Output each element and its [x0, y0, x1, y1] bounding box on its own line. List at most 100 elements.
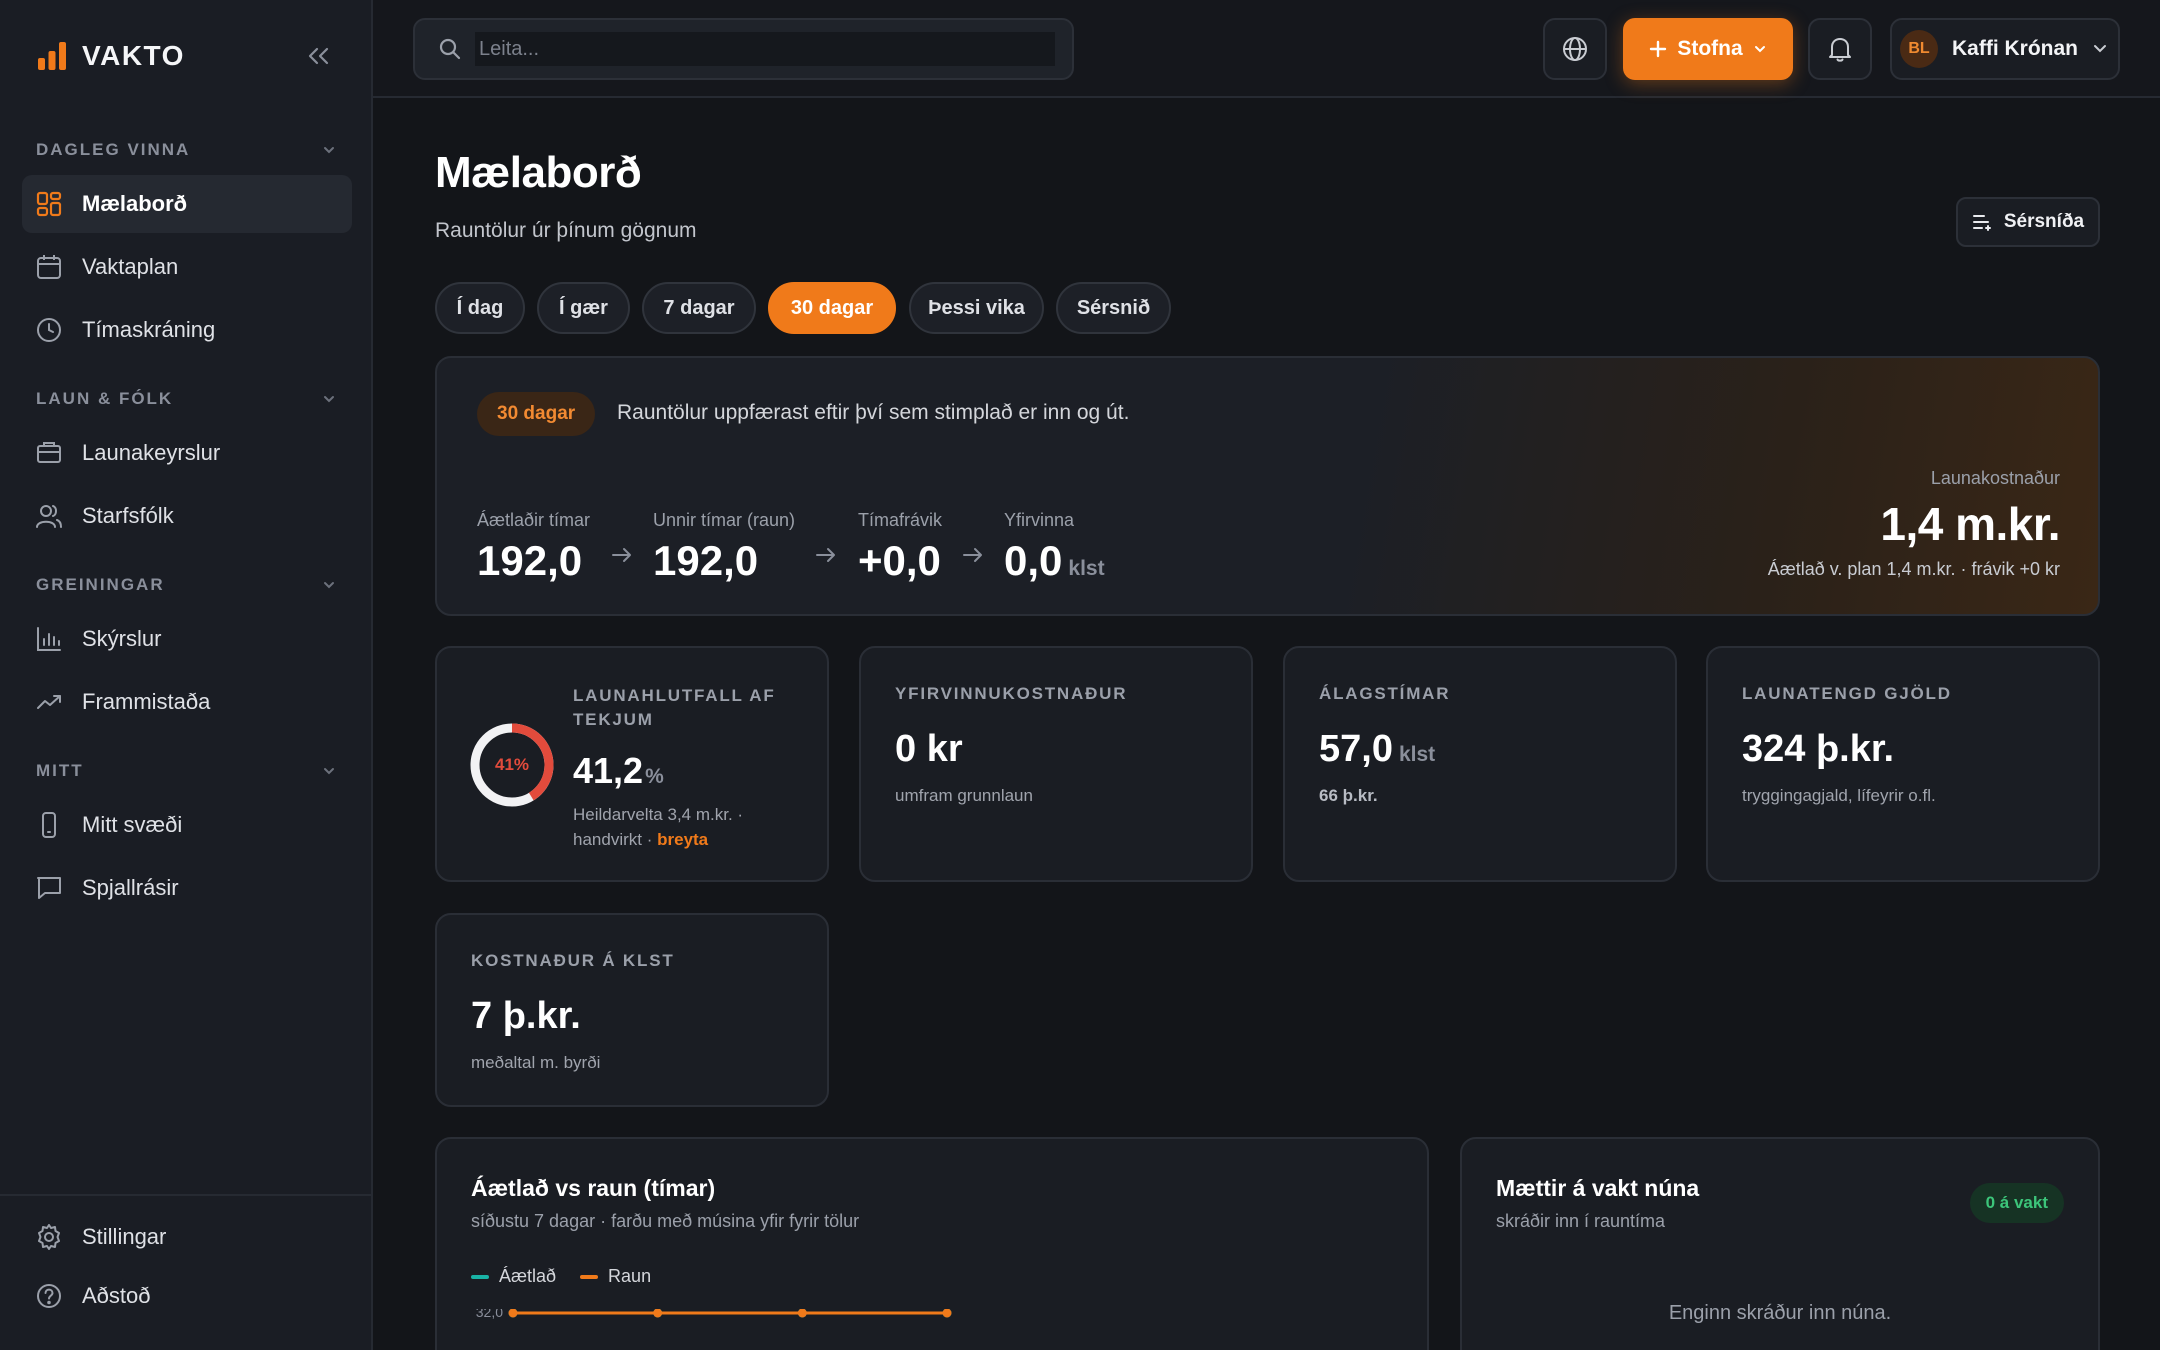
section-dagleg-vinna[interactable]: DAGLEG VINNA — [36, 138, 336, 162]
legend-item-planned[interactable]: Áætlað — [471, 1266, 556, 1287]
sidebar-item-settings[interactable]: Stillingar — [22, 1208, 352, 1266]
help-icon — [36, 1283, 62, 1309]
page-subtitle: Rauntölur úr þínum gögnum — [435, 219, 697, 242]
data-point[interactable] — [797, 1309, 807, 1318]
sidebar-item-help[interactable]: Aðstoð — [22, 1267, 352, 1325]
filter-chip-yesterday[interactable]: Í gær — [537, 282, 630, 334]
card-cost-per-hour: KOSTNAÐUR Á KLST 7 þ.kr. meðaltal m. byr… — [435, 913, 829, 1107]
panel-subtitle: skráðir inn í rauntíma — [1496, 1211, 1666, 1231]
section-laun-folk[interactable]: LAUN & FÓLK — [36, 387, 336, 411]
card-sub: tryggingagjald, lífeyrir o.fl. — [1742, 786, 1936, 805]
card-label: LAUNAHLUTFALL AF TEKJUM — [573, 684, 776, 732]
metric-number: 192,0 — [477, 537, 583, 584]
brand-name: VAKTO — [82, 40, 185, 71]
section-label: GREININGAR — [36, 575, 165, 594]
y-tick-label: 32,0 — [476, 1309, 503, 1320]
filter-chip-7-days[interactable]: 7 dagar — [642, 282, 756, 334]
section-label: DAGLEG VINNA — [36, 140, 191, 159]
card-label-line: LAUNAHLUTFALL AF — [573, 686, 776, 705]
card-surcharge-hours: ÁLAGSTÍMAR 57,0 klst 66 þ.kr. — [1283, 646, 1677, 882]
customize-label: Sérsníða — [2003, 211, 2085, 232]
customize-button[interactable]: Sérsníða — [1956, 197, 2100, 247]
metric-value: 192,0 — [653, 537, 795, 585]
on-shift-panel: Mættir á vakt núna skráðir inn í rauntím… — [1460, 1137, 2100, 1350]
filter-chip-today[interactable]: Í dag — [435, 282, 525, 334]
section-label: MITT — [36, 761, 84, 780]
collapse-sidebar-button[interactable] — [300, 38, 336, 74]
card-label: KOSTNAÐUR Á KLST — [471, 951, 675, 970]
section-greiningar[interactable]: GREININGAR — [36, 573, 336, 597]
sidebar-item-dashboard[interactable]: Mælaborð — [22, 175, 352, 233]
language-button[interactable] — [1543, 18, 1607, 80]
notifications-button[interactable] — [1808, 18, 1872, 80]
sidebar-item-staff[interactable]: Starfsfólk — [22, 487, 352, 545]
plus-icon — [1649, 40, 1667, 58]
sidebar-item-label: Tímaskráning — [82, 317, 216, 342]
data-point[interactable] — [508, 1309, 518, 1318]
chart-legend: Áætlað Raun — [471, 1266, 651, 1287]
metric-number: 192,0 — [653, 537, 759, 584]
sidebar-item-label: Mitt svæði — [82, 812, 183, 837]
create-button[interactable]: Stofna — [1623, 18, 1793, 80]
sidebar-item-schedule[interactable]: Vaktaplan — [22, 238, 352, 296]
filter-chip-30-days[interactable]: 30 dagar — [768, 282, 896, 334]
calendar-icon — [36, 254, 62, 280]
card-payroll-charges: LAUNATENGD GJÖLD 324 þ.kr. tryggingagjal… — [1706, 646, 2100, 882]
chat-icon — [36, 875, 62, 901]
sidebar-item-performance[interactable]: Frammistaða — [22, 673, 352, 731]
sidebar-item-timeclock[interactable]: Tímaskráning — [22, 301, 352, 359]
users-icon — [36, 503, 62, 529]
section-label: LAUN & FÓLK — [36, 389, 174, 408]
card-sub-line: Heildarvelta 3,4 m.kr. · — [573, 805, 744, 824]
line-chart[interactable]: 32,0 — [437, 1309, 1427, 1349]
user-menu-button[interactable]: BL Kaffi Krónan — [1890, 18, 2120, 80]
create-button-label: Stofna — [1677, 37, 1743, 60]
sidebar-item-label: Mælaborð — [82, 191, 188, 216]
sidebar-item-reports[interactable]: Skýrslur — [22, 610, 352, 668]
chevrons-left-icon — [305, 45, 331, 67]
sidebar-item-payroll[interactable]: Launakeyrslur — [22, 424, 352, 482]
card-number: 41,2 — [573, 750, 644, 791]
sidebar-item-chat[interactable]: Spjallrásir — [22, 859, 352, 917]
logo-bars-icon — [36, 40, 68, 72]
edit-revenue-link[interactable]: breyta — [657, 830, 708, 849]
search-input[interactable] — [475, 32, 1055, 66]
bell-icon — [1828, 36, 1852, 62]
card-sub: umfram grunnlaun — [895, 786, 1033, 805]
metric-label: Yfirvinna — [1004, 510, 1075, 530]
card-labor-ratio: 41% LAUNAHLUTFALL AF TEKJUM 41,2% Heildar… — [435, 646, 829, 882]
panel-title: Áætlað vs raun (tímar) — [471, 1175, 716, 1201]
legend-item-actual[interactable]: Raun — [580, 1266, 651, 1287]
card-sub: meðaltal m. byrði — [471, 1053, 601, 1072]
data-point[interactable] — [653, 1309, 663, 1318]
sidebar-item-my-area[interactable]: Mitt svæði — [22, 796, 352, 854]
chevron-down-icon — [322, 766, 336, 776]
card-sub: 66 þ.kr. — [1319, 786, 1378, 805]
card-label: ÁLAGSTÍMAR — [1319, 684, 1451, 703]
period-badge: 30 dagar — [477, 392, 596, 436]
page-title: Mælaborð — [435, 148, 642, 197]
clock-icon — [36, 317, 62, 343]
sidebar-item-label: Launakeyrslur — [82, 440, 221, 465]
topbar: Stofna BL Kaffi Krónan — [373, 0, 2160, 98]
filter-chip-this-week[interactable]: Þessi vika — [909, 282, 1044, 334]
section-mitt[interactable]: MITT — [36, 759, 336, 783]
filter-chip-custom[interactable]: Sérsnið — [1056, 282, 1171, 334]
data-point[interactable] — [942, 1309, 952, 1318]
panel-subtitle: síðustu 7 dagar · farðu með músina yfir … — [471, 1211, 860, 1231]
card-sub: Heildarvelta 3,4 m.kr. · handvirkt · brey… — [573, 802, 743, 852]
card-value: 41,2% — [573, 750, 664, 792]
card-value: 324 þ.kr. — [1742, 728, 1895, 770]
card-value: 0 kr — [895, 728, 963, 770]
planned-vs-actual-chart-panel: Áætlað vs raun (tímar) síðustu 7 dagar ·… — [435, 1137, 1429, 1350]
search-box[interactable] — [413, 18, 1074, 80]
card-sub-line: handvirkt · — [573, 830, 653, 849]
user-name: Kaffi Krónan — [1952, 37, 2078, 60]
sidebar-divider — [0, 1194, 371, 1196]
legend-label: Raun — [608, 1266, 652, 1286]
labor-cost-sub: Áætlað v. plan 1,4 m.kr. · frávik +0 kr — [1767, 559, 2060, 579]
metric-label: Unnir tímar (raun) — [653, 510, 796, 530]
brand[interactable]: VAKTO — [36, 38, 185, 74]
sidebar-item-label: Starfsfólk — [82, 503, 174, 528]
trend-icon — [36, 689, 62, 715]
